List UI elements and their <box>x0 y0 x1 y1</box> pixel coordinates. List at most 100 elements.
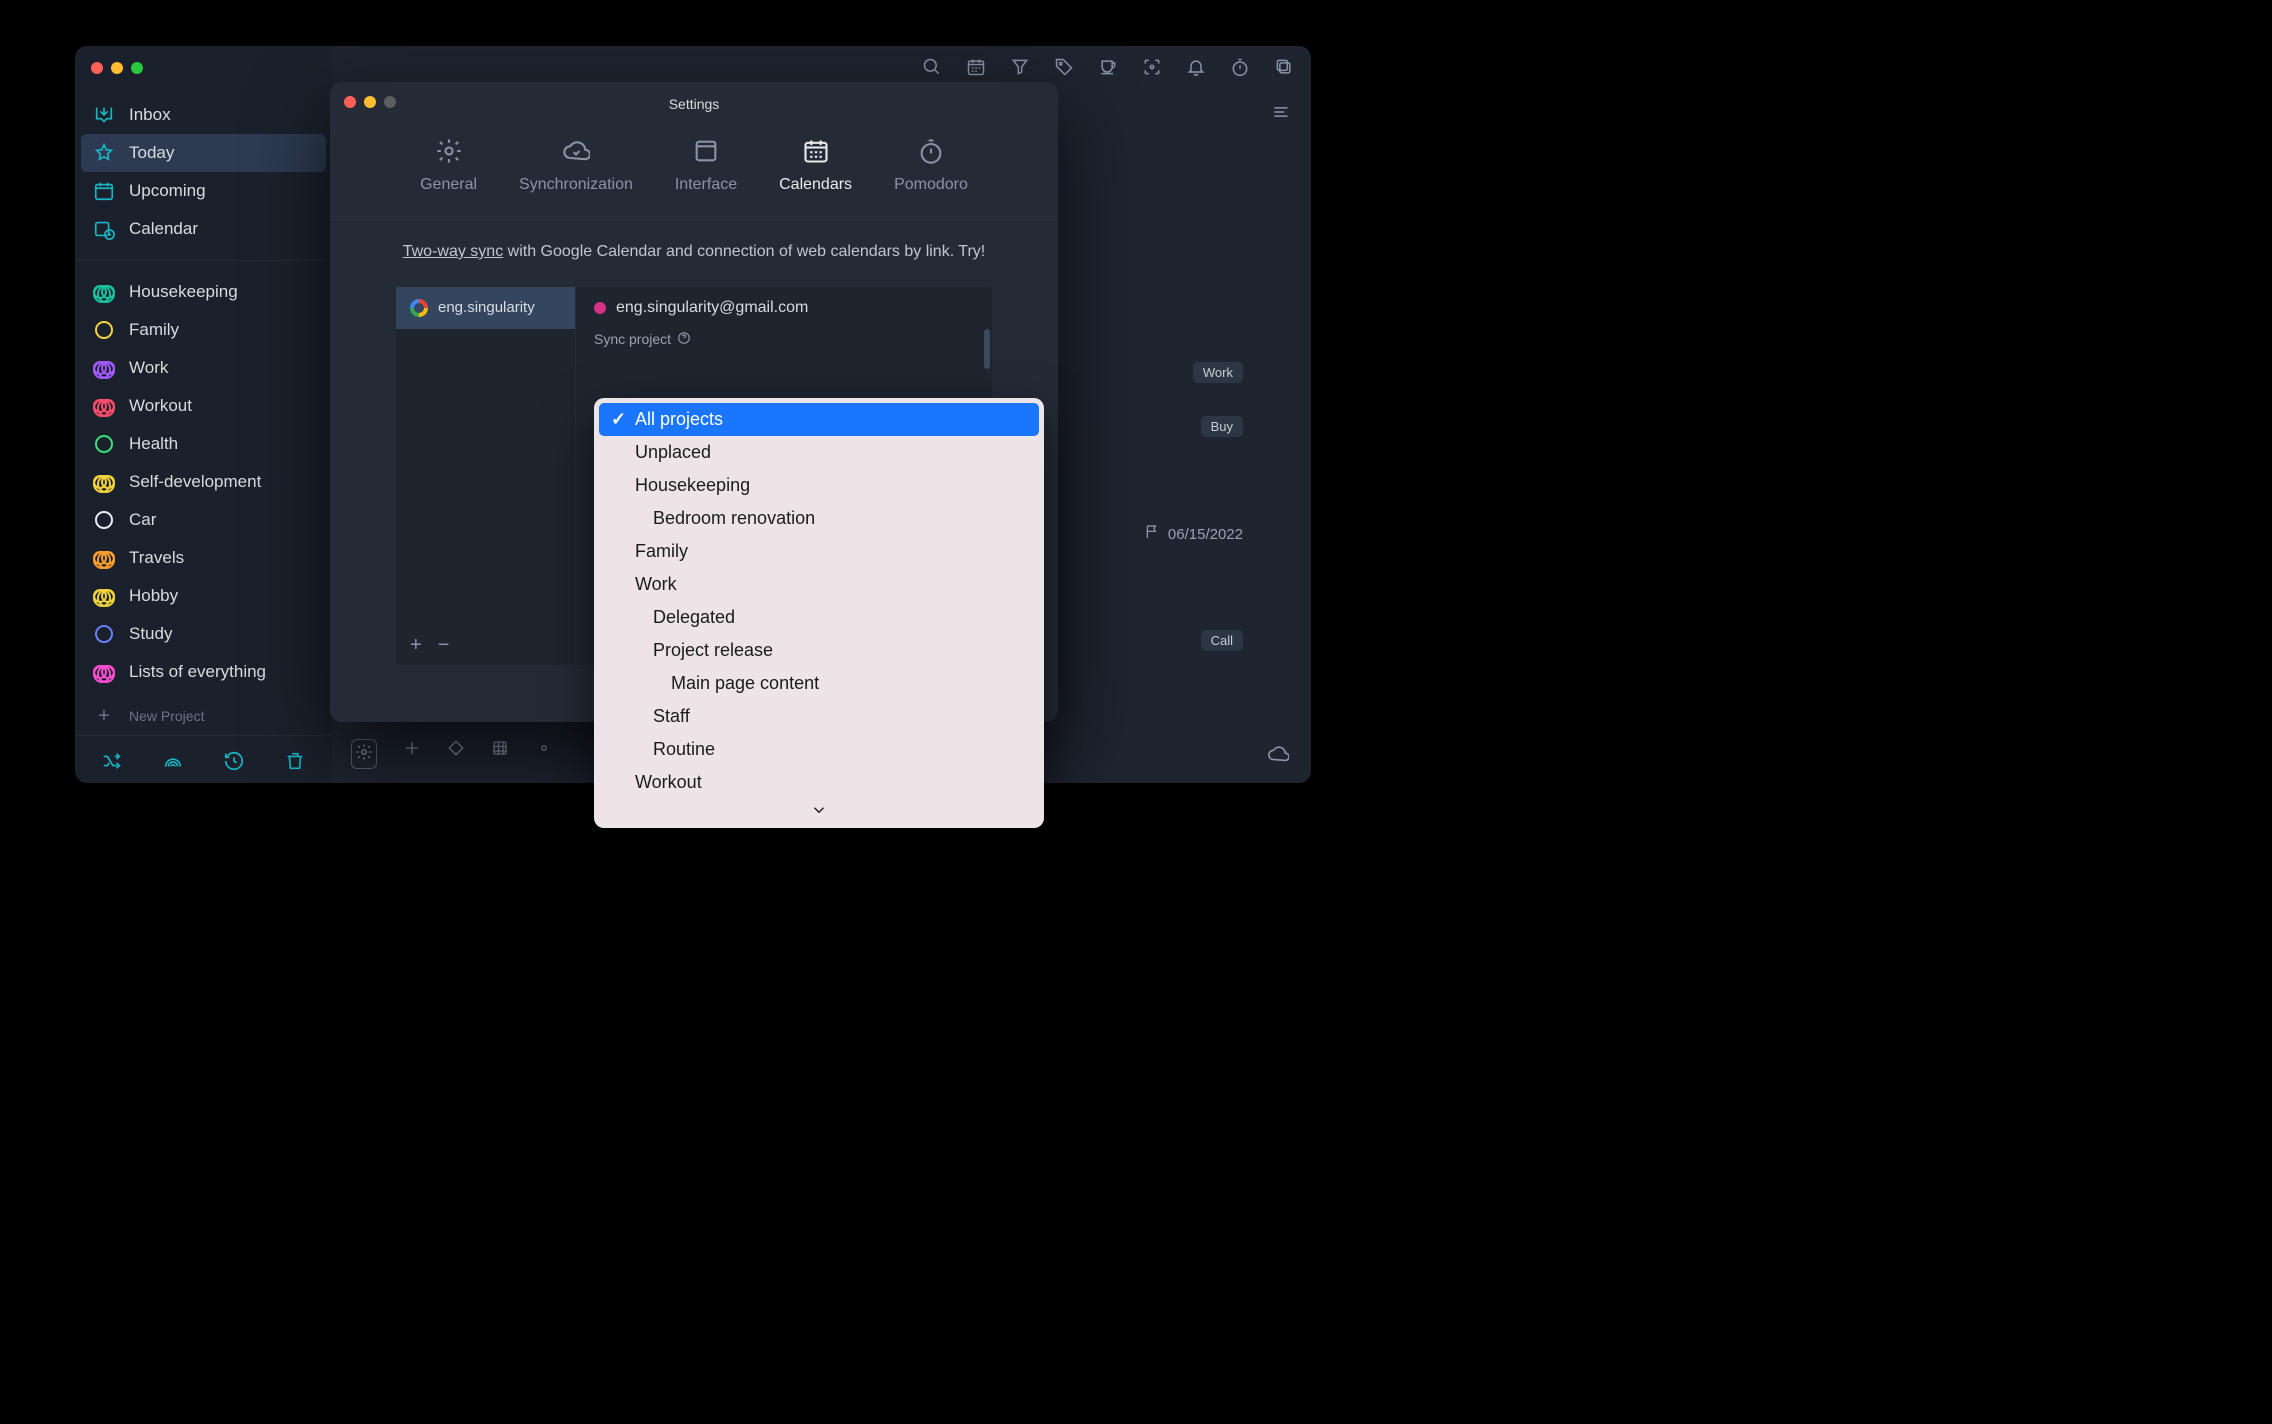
accounts-footer: + − <box>396 626 576 665</box>
sidebar-project-item[interactable]: Workout <box>75 387 332 425</box>
account-email: eng.singularity@gmail.com <box>594 299 974 317</box>
stopwatch-button[interactable] <box>1229 56 1251 78</box>
sidebar-project-item[interactable]: Self-development <box>75 463 332 501</box>
sidebar-project-item[interactable]: Car <box>75 501 332 539</box>
sidebar-project-item[interactable]: Family <box>75 311 332 349</box>
dropdown-more-chevron[interactable] <box>594 801 1044 824</box>
tab-pomodoro[interactable]: Pomodoro <box>894 136 968 194</box>
tab-label: Synchronization <box>519 176 633 194</box>
dropdown-item[interactable]: Routine <box>599 733 1039 766</box>
project-color-icon <box>93 395 115 417</box>
bell-button[interactable] <box>1185 56 1207 78</box>
project-label: Health <box>129 434 178 454</box>
help-icon[interactable] <box>677 331 691 348</box>
sidebar-item-today[interactable]: Today <box>81 134 326 172</box>
dropdown-item[interactable]: Unplaced <box>599 436 1039 469</box>
dropdown-item[interactable]: Workout <box>599 766 1039 799</box>
settings-description: Two-way sync with Google Calendar and co… <box>330 217 1058 265</box>
settings-minimize-button[interactable] <box>364 96 376 108</box>
tab-label: Interface <box>675 176 737 194</box>
sidebar-item-label: Inbox <box>129 105 171 125</box>
sidebar: Inbox Today Upcoming Calendar <box>75 46 333 783</box>
calendar-button[interactable] <box>965 56 987 78</box>
description-rest: with Google Calendar and connection of w… <box>503 243 985 260</box>
project-label: Work <box>129 358 168 378</box>
settings-maximize-button[interactable] <box>384 96 396 108</box>
project-color-icon <box>93 509 115 531</box>
account-name: eng.singularity <box>438 299 535 316</box>
diamond-button[interactable] <box>447 739 465 769</box>
history-button[interactable] <box>221 748 247 774</box>
dropdown-item[interactable]: Project release <box>599 634 1039 667</box>
project-label: Hobby <box>129 586 178 606</box>
account-color-dot <box>594 302 606 314</box>
plus-icon: + <box>93 705 115 727</box>
task-tag-call[interactable]: Call <box>1201 630 1243 651</box>
project-label: Car <box>129 510 156 530</box>
project-label: Workout <box>129 396 192 416</box>
tag-button[interactable] <box>1053 56 1075 78</box>
sidebar-project-item[interactable]: Hobby <box>75 577 332 615</box>
project-color-icon <box>93 433 115 455</box>
dropdown-item[interactable]: Bedroom renovation <box>599 502 1039 535</box>
add-account-button[interactable]: + <box>410 634 422 657</box>
cup-button[interactable] <box>1097 56 1119 78</box>
tab-calendars[interactable]: Calendars <box>779 136 852 194</box>
search-button[interactable] <box>921 56 943 78</box>
scrollbar[interactable] <box>984 329 990 369</box>
project-label: Study <box>129 624 172 644</box>
target-button[interactable] <box>535 739 553 769</box>
new-project-button[interactable]: + New Project <box>75 697 332 735</box>
project-label: Lists of everything <box>129 662 266 682</box>
sidebar-project-item[interactable]: Lists of everything <box>75 653 332 691</box>
grid-button[interactable] <box>491 739 509 769</box>
menu-button[interactable] <box>1271 102 1291 126</box>
accounts-list: eng.singularity <box>396 287 576 665</box>
task-tag-work[interactable]: Work <box>1193 362 1243 383</box>
sidebar-project-item[interactable]: Housekeeping <box>75 273 332 311</box>
two-way-sync-link[interactable]: Two-way sync <box>403 243 503 260</box>
copy-button[interactable] <box>1273 56 1295 78</box>
remove-account-button[interactable]: − <box>438 634 450 657</box>
sidebar-item-inbox[interactable]: Inbox <box>75 96 332 134</box>
cloud-sync-button[interactable] <box>1267 743 1289 769</box>
dropdown-item[interactable]: Main page content <box>599 667 1039 700</box>
minimize-button[interactable] <box>111 62 123 74</box>
filter-button[interactable] <box>1009 56 1031 78</box>
task-tag-buy[interactable]: Buy <box>1201 416 1243 437</box>
tab-interface[interactable]: Interface <box>675 136 737 194</box>
dropdown-item[interactable]: Work <box>599 568 1039 601</box>
sidebar-projects: HousekeepingFamily Work Workout Health Self-… <box>75 267 332 697</box>
sidebar-project-item[interactable]: Travels <box>75 539 332 577</box>
sidebar-project-item[interactable]: Work <box>75 349 332 387</box>
rainbow-button[interactable] <box>160 748 186 774</box>
tab-synchronization[interactable]: Synchronization <box>519 136 633 194</box>
bottom-toolbar <box>351 739 553 769</box>
dropdown-item[interactable]: Family <box>599 535 1039 568</box>
dropdown-item[interactable]: Delegated <box>599 601 1039 634</box>
focus-button[interactable] <box>1141 56 1163 78</box>
dropdown-item[interactable]: Staff <box>599 700 1039 733</box>
dropdown-item[interactable]: Housekeeping <box>599 469 1039 502</box>
maximize-button[interactable] <box>131 62 143 74</box>
project-color-icon <box>93 319 115 341</box>
shuffle-button[interactable] <box>99 748 125 774</box>
tab-label: Pomodoro <box>894 176 968 194</box>
main-traffic-lights <box>91 62 143 74</box>
dropdown-item[interactable]: All projects <box>599 403 1039 436</box>
project-dropdown: All projectsUnplacedHousekeepingBedroom … <box>594 398 1044 828</box>
tab-general[interactable]: General <box>420 136 477 194</box>
sidebar-item-calendar[interactable]: Calendar <box>75 210 332 248</box>
sidebar-item-upcoming[interactable]: Upcoming <box>75 172 332 210</box>
sidebar-project-item[interactable]: Health <box>75 425 332 463</box>
sidebar-project-item[interactable]: Study <box>75 615 332 653</box>
account-row[interactable]: eng.singularity <box>396 287 575 329</box>
sidebar-item-label: Today <box>129 143 174 163</box>
close-button[interactable] <box>91 62 103 74</box>
window-icon <box>691 136 721 166</box>
add-button[interactable] <box>403 739 421 769</box>
google-icon <box>410 299 428 317</box>
settings-close-button[interactable] <box>344 96 356 108</box>
settings-button[interactable] <box>351 739 377 769</box>
trash-button[interactable] <box>282 748 308 774</box>
